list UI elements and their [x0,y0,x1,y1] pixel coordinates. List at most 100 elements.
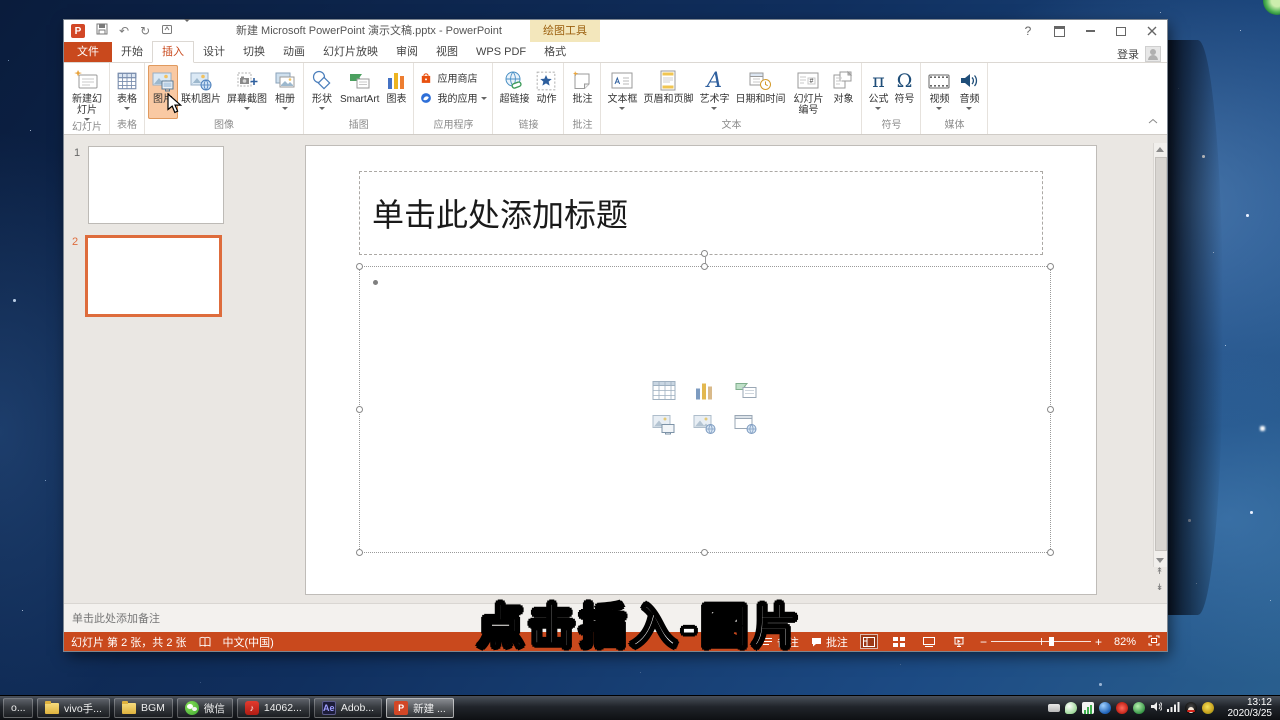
coin-shield-icon[interactable] [1202,702,1214,714]
reading-view-button[interactable] [920,634,938,649]
resize-handle-se[interactable] [1047,549,1054,556]
tab-design[interactable]: 设计 [194,42,234,62]
action-button[interactable]: 动作 [532,65,560,119]
date-time-button[interactable]: 日期和时间 [732,65,788,119]
network-signal-icon[interactable] [1167,699,1180,717]
tab-view[interactable]: 视图 [427,42,467,62]
volume-icon[interactable] [1150,699,1162,717]
video-button[interactable]: 视频 [924,65,954,119]
insert-chart-icon[interactable] [694,380,716,405]
redo-button[interactable]: ↻ [140,25,150,37]
input-method-icon[interactable] [1048,704,1060,712]
spellcheck-button[interactable] [199,636,211,647]
close-button[interactable] [1145,24,1159,38]
zoom-level[interactable]: 82% [1114,636,1136,648]
insert-picture-icon[interactable] [652,414,676,439]
tab-review[interactable]: 审阅 [387,42,427,62]
slide-thumbnail-2[interactable] [85,235,222,317]
language-indicator[interactable]: 中文(中国) [223,634,274,650]
zoom-in-button[interactable]: + [1095,636,1102,648]
tab-transitions[interactable]: 切换 [234,42,274,62]
taskbar-item-powerpoint[interactable]: P 新建 ... [386,698,454,718]
resize-handle-nw[interactable] [356,263,363,270]
resize-handle-ne[interactable] [1047,263,1054,270]
qat-customize-button[interactable] [184,22,190,40]
touch-mode-button[interactable] [161,22,173,40]
cloud-sync-icon[interactable] [1065,702,1077,714]
hyperlink-button[interactable]: 超链接 [496,65,532,119]
shapes-button[interactable]: 形状 [307,65,337,119]
qq-icon[interactable] [1185,702,1197,714]
slide-sorter-view-button[interactable] [890,634,908,649]
chart-button[interactable]: 图表 [382,65,410,119]
resize-handle-n[interactable] [701,263,708,270]
save-button[interactable] [96,22,108,40]
zoom-out-button[interactable]: − [980,636,987,648]
tab-file[interactable]: 文件 [64,42,112,62]
blue-sphere-icon[interactable] [1099,702,1111,714]
tab-wps-pdf[interactable]: WPS PDF [467,42,535,62]
audio-button[interactable]: 音频 [954,65,984,119]
tab-format[interactable]: 格式 [535,42,575,62]
netease-tray-icon[interactable] [1116,702,1128,714]
table-button[interactable]: 表格 [113,65,141,119]
wordart-button[interactable]: A 艺术字 [696,65,732,119]
photo-album-button[interactable]: 相册 [270,65,300,119]
insert-online-picture-icon[interactable] [693,414,717,439]
next-slide-button[interactable]: ↡ [1154,582,1165,593]
comment-button[interactable]: 批注 [567,65,597,119]
collapse-ribbon-button[interactable] [1148,111,1158,129]
title-placeholder[interactable]: 单击此处添加标题 [359,171,1043,255]
tab-slideshow[interactable]: 幻灯片放映 [314,42,387,62]
insert-smartart-icon[interactable] [734,380,758,405]
help-button[interactable]: ? [1021,24,1035,38]
content-placeholder[interactable] [359,266,1051,553]
tab-animations[interactable]: 动画 [274,42,314,62]
scrollbar-thumb[interactable] [1155,157,1167,551]
insert-video-icon[interactable] [734,414,758,439]
slide-number-button[interactable]: # 幻灯片编号 [788,65,828,119]
insert-table-icon[interactable] [652,380,676,405]
taskbar-item-after-effects[interactable]: Ae Adob... [314,698,382,718]
security-tray-icon[interactable] [1133,702,1145,714]
equation-button[interactable]: π 公式 [865,65,891,119]
taskbar-item-netease-music[interactable]: ♪ 14062... [237,698,310,718]
taskbar-item-bgm-folder[interactable]: BGM [114,698,173,718]
resize-handle-sw[interactable] [356,549,363,556]
text-box-button[interactable]: 文本框 [604,65,640,119]
taskbar-item-partial[interactable]: o... [3,698,33,718]
online-pictures-button[interactable]: 联机图片 [178,65,224,119]
previous-slide-button[interactable]: ↟ [1154,566,1165,577]
zoom-slider[interactable] [991,641,1091,642]
taskbar-clock[interactable]: 13:12 2020/3/25 [1221,697,1278,719]
tab-insert[interactable]: 插入 [152,41,194,63]
my-apps-button[interactable]: 我的应用 [419,90,487,105]
object-button[interactable]: 对象 [828,65,858,119]
symbol-button[interactable]: Ω 符号 [891,65,917,119]
comments-toggle-button[interactable]: 批注 [811,634,848,650]
resize-handle-w[interactable] [356,406,363,413]
slideshow-view-button[interactable] [950,634,968,649]
slide-thumbnail-1[interactable] [88,146,224,224]
minimize-button[interactable] [1083,24,1097,38]
fit-slide-button[interactable] [1148,635,1160,649]
undo-button[interactable]: ↶ [119,25,129,37]
resize-handle-s[interactable] [701,549,708,556]
app-store-button[interactable]: 应用商店 [419,70,487,85]
taskbar-item-wechat[interactable]: 微信 [177,698,233,718]
taskbar-item-vivo-folder[interactable]: vivo手... [37,698,110,718]
normal-view-button[interactable] [860,634,878,649]
restore-button[interactable] [1114,24,1128,38]
header-footer-button[interactable]: 页眉和页脚 [640,65,696,119]
tab-home[interactable]: 开始 [112,42,152,62]
screenshot-button[interactable]: 屏幕截图 [224,65,270,119]
rotation-handle[interactable] [701,250,708,257]
ribbon-options-button[interactable] [1052,24,1066,38]
smartart-button[interactable]: SmartArt [337,65,382,119]
vertical-scrollbar[interactable] [1153,143,1167,567]
stocks-chart-icon[interactable] [1082,702,1094,714]
sign-in[interactable]: 登录 [1117,46,1167,62]
resize-handle-e[interactable] [1047,406,1054,413]
zoom-slider-thumb[interactable] [1049,637,1054,646]
new-slide-button[interactable]: 新建幻灯片 [68,65,106,121]
